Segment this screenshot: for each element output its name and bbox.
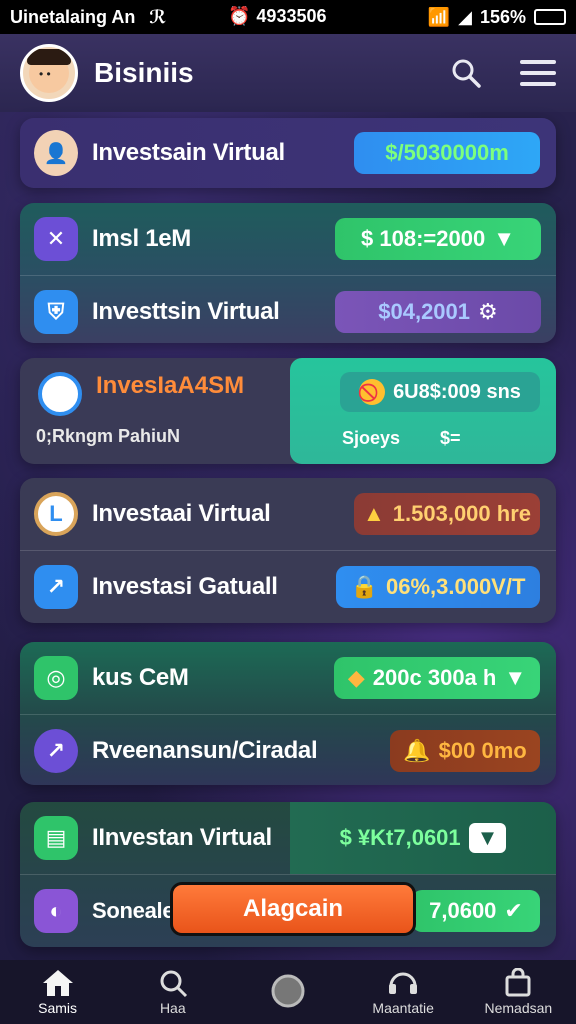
card-value-panel[interactable]: ⃠ 6U8$:009 sns Sjoeys $= xyxy=(290,358,556,464)
investment-card-1[interactable]: 👤 Investsain Virtual $/5030000m xyxy=(20,118,556,188)
card-value-text: 7,0600 xyxy=(429,898,497,923)
search-button[interactable] xyxy=(448,55,484,91)
card-label: Rveenansun/Ciradal xyxy=(92,737,318,764)
badge-icon: ◎ xyxy=(34,656,78,700)
nav-item-bag[interactable]: Nemadsan xyxy=(468,968,568,1016)
search-icon xyxy=(452,59,481,88)
avatar-face xyxy=(27,49,71,93)
card-value[interactable]: ◆ 200c 300a h ▼ xyxy=(334,657,540,699)
nav-label: Haa xyxy=(159,1000,186,1016)
status-center-text: 4933506 xyxy=(256,6,327,26)
wifi-icon: 📶 xyxy=(427,6,451,27)
lock-icon: 🔒 xyxy=(350,574,378,599)
gear-icon: ⚙ xyxy=(478,299,498,324)
battery-icon xyxy=(534,9,566,25)
nav-item-home[interactable]: Samis xyxy=(8,968,108,1016)
home-icon xyxy=(42,970,73,996)
character-icon: 👤 xyxy=(34,130,78,176)
card-label: Investsain Virtual xyxy=(92,139,285,166)
menu-button[interactable] xyxy=(520,55,556,91)
chevron-down-icon: ▼ xyxy=(468,823,507,853)
circle-icon xyxy=(271,974,305,1008)
investment-card-4[interactable]: L Investaai Virtual ▲ 1.503,000 hre ↗ In… xyxy=(20,478,556,623)
card-value-text: $/5030000m xyxy=(385,140,509,165)
investment-card-3[interactable]: InvesIaA4SM 0;Rkngm PahiuN ⃠ 6U8$:009 sn… xyxy=(20,358,556,464)
investment-card-2[interactable]: ✕ Imsl 1eM $ 108:=2000 ▼ ⛨ Investtsin Vi… xyxy=(20,203,556,343)
chevron-down-icon: ▼ xyxy=(504,665,527,690)
avatar[interactable] xyxy=(20,44,78,102)
card-value[interactable]: $ 108:=2000 ▼ xyxy=(335,218,541,260)
nav-label: Nemadsan xyxy=(484,1000,553,1016)
card-sublabel: 0;Rkngm PahiuN xyxy=(36,426,181,446)
card-label: Imsl 1eM xyxy=(92,225,191,252)
card-label: kus CeM xyxy=(92,664,189,691)
menu-icon xyxy=(520,60,556,86)
battery-text: 156% xyxy=(479,6,526,27)
chevron-down-icon: ▼ xyxy=(493,226,515,251)
card-value-bottom-right: $= xyxy=(440,428,461,448)
bell-icon: 🔔 xyxy=(403,738,431,763)
no-entry-icon: ⃠ xyxy=(359,379,386,405)
nav-item-search[interactable]: Haa xyxy=(123,968,223,1016)
card-value[interactable]: ▲ 1.503,000 hre xyxy=(354,493,540,535)
compass-icon: ↗ xyxy=(34,565,78,609)
card-value[interactable]: 7,0600 ✔ xyxy=(412,890,540,932)
check-icon: ✔ xyxy=(504,898,523,923)
card-value-text: $00 0mo xyxy=(438,738,527,763)
card-value[interactable]: $/5030000m xyxy=(354,132,540,174)
card-label: Investaai Virtual xyxy=(92,500,271,527)
action-button[interactable]: Alagcain xyxy=(170,882,416,936)
info-circle-icon: L xyxy=(34,492,78,536)
card-value-text: 6U8$:009 sns xyxy=(393,380,521,403)
card-value-text: $04,2001 xyxy=(378,299,471,324)
coin-icon: ▲ xyxy=(363,501,385,526)
headset-icon xyxy=(389,972,418,994)
ring-icon xyxy=(38,372,82,416)
nav-item-center[interactable] xyxy=(238,973,338,1011)
investment-card-5[interactable]: ◎ kus CeM ◆ 200c 300a h ▼ ↗ Rveenansun/C… xyxy=(20,642,556,785)
card-value[interactable]: $ ¥Kt7,0601 ▼ xyxy=(290,802,556,874)
status-left-extra: ℛ xyxy=(149,6,167,27)
arrow-circle-icon: ↗ xyxy=(34,729,78,773)
card-value-text: $ ¥Kt7,0601 xyxy=(339,825,461,850)
alarm-icon: ⏰ xyxy=(228,6,251,26)
page-title: Bisiniis xyxy=(94,57,194,88)
signal-icon: ◢ xyxy=(458,6,472,27)
card-label: IInvestan Virtual xyxy=(92,824,272,851)
card-value[interactable]: $04,2001 ⚙ xyxy=(335,291,541,333)
card-value[interactable]: 🔒 06%,3.000V/T xyxy=(336,566,540,608)
nav-item-support[interactable]: Maantatie xyxy=(353,968,453,1016)
card-value-text: 1.503,000 hre xyxy=(392,501,532,526)
diamond-icon: ◆ xyxy=(347,665,365,690)
bottom-nav: Samis Haa Maantatie Nemadsan xyxy=(0,960,576,1024)
document-icon: ▤ xyxy=(34,816,78,860)
card-label: InvesIaA4SM xyxy=(96,372,245,399)
card-label: Soneale xyxy=(92,898,175,923)
card-value[interactable]: 🔔 $00 0mo xyxy=(390,730,540,772)
card-value-bottom-left: Sjoeys xyxy=(342,428,401,448)
envelope-icon: ✕ xyxy=(34,217,78,261)
search-icon xyxy=(160,970,187,998)
card-value: ⃠ 6U8$:009 sns xyxy=(340,372,540,412)
bag-purple-icon: ◐ xyxy=(34,889,78,933)
card-label: Investtsin Virtual xyxy=(92,298,280,325)
card-value-text: 06%,3.000V/T xyxy=(385,574,526,599)
shield-icon: ⛨ xyxy=(34,290,78,334)
app-header: Bisiniis xyxy=(0,34,576,112)
card-label: Investasi Gatuall xyxy=(92,573,278,600)
bag-icon xyxy=(505,968,531,997)
nav-label: Maantatie xyxy=(372,1000,434,1016)
card-value-text: $ 108:=2000 xyxy=(361,226,486,251)
status-left-text: Uinetalaing An xyxy=(10,6,136,27)
card-value-text: 200c 300a h xyxy=(372,665,497,690)
nav-label: Samis xyxy=(38,1000,78,1016)
status-bar: Uinetalaing An ℛ ⏰ 4933506 📶 ◢ 156% xyxy=(0,0,576,34)
